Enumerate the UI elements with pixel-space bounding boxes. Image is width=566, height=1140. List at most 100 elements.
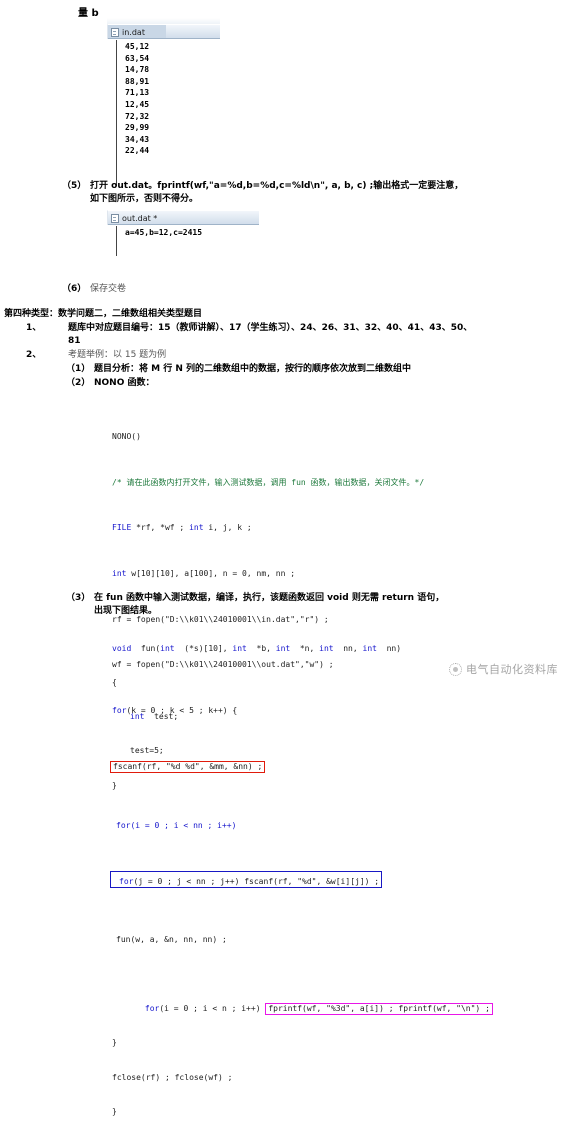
code-keyword: for <box>116 820 131 830</box>
code-text: (j = 0 ; j < nn ; j++) fscanf(rf, "%d", … <box>133 876 380 886</box>
code-text: nn, <box>333 643 363 653</box>
in-dat-line: 29,99 <box>125 123 150 133</box>
code-text: test=5; <box>130 746 164 756</box>
watermark: 电气自动化资料库 <box>449 661 558 677</box>
code-text: } <box>112 780 117 790</box>
code-keyword: int <box>232 643 247 653</box>
in-dat-file-window[interactable]: in.dat 45,12 63,54 14,78 88,91 71,13 12,… <box>107 24 220 186</box>
code-text: fprintf(wf, "%3d", a[i]) ; fprintf(wf, "… <box>268 1003 490 1013</box>
code-text: (i = 0 ; i < nn ; i++) <box>130 820 237 830</box>
item2-number: 2、 <box>26 350 42 360</box>
code-text: (i = 0 ; i < n ; i++) <box>159 1003 266 1013</box>
code-keyword: void <box>112 643 132 653</box>
out-dat-file-window[interactable]: out.dat * a=45,b=12,c=2415 <box>107 210 259 256</box>
code-line: test=5; <box>112 745 564 756</box>
sub1-text: 题目分析：将 M 行 N 列的二维数组中的数据，按行的顺序依次放到二维数组中 <box>94 364 412 374</box>
in-dat-titlebar[interactable]: in.dat <box>107 24 220 40</box>
code-text: w[10][10], a[100], n = 0, nm, nn ; <box>126 569 296 579</box>
code-line-highlighted-blue: for(j = 0 ; j < nn ; j++) fscanf(rf, "%d… <box>110 870 564 889</box>
code-line: fun(w, a, &n, nn, nn) ; <box>112 934 564 945</box>
section-heading: 第四种类型：数学问题二，二维数组相关类型题目 <box>4 309 203 319</box>
code-text: /* 请在此函数内打开文件，输入测试数据，调用 fun 函数，输出数据，关闭文件… <box>112 477 425 487</box>
in-dat-title: in.dat <box>122 27 145 37</box>
code-line: } <box>112 1106 564 1117</box>
code-text: fun( <box>131 643 161 653</box>
code-keyword: for <box>119 876 134 886</box>
code-line: } <box>112 1037 564 1048</box>
code-keyword: int <box>319 643 334 653</box>
in-dat-line: 88,91 <box>125 76 150 86</box>
in-dat-line: 22,44 <box>125 146 150 156</box>
text-caret <box>116 226 117 256</box>
code-line: FILE *rf, *wf ; int i, j, k ; <box>112 522 564 533</box>
code-keyword: for <box>144 1003 160 1013</box>
blue-highlight-box: for(j = 0 ; j < nn ; j++) fscanf(rf, "%d… <box>110 870 383 888</box>
code-line: int test; <box>112 711 564 722</box>
code-line: NONO() <box>112 431 564 442</box>
code-text: *b, <box>246 643 276 653</box>
code-keyword: FILE <box>112 523 132 533</box>
in-dat-line: 45,12 <box>125 42 150 51</box>
step5-line1: 打开 out.dat。fprintf(wf,"a=%d,b=%d,c=%ld\n… <box>90 181 464 191</box>
item1-number: 1、 <box>26 323 42 333</box>
in-dat-content[interactable]: 45,12 63,54 14,78 88,91 71,13 12,45 72,3… <box>107 39 220 186</box>
code-line-highlighted-magenta: for(i = 0 ; i < n ; i++) fprintf(wf, "%3… <box>112 991 564 1015</box>
code-text: nn) <box>376 643 402 653</box>
in-dat-line: 12,45 <box>125 99 150 109</box>
code-text: { <box>112 678 117 688</box>
item2-text: 考题举例：以 15 题为例 <box>68 350 167 360</box>
code-line: for(i = 0 ; i < nn ; i++) <box>112 820 564 831</box>
code-line: int w[10][10], a[100], n = 0, nm, nn ; <box>112 568 564 579</box>
code-line: } <box>112 780 564 791</box>
out-dat-title: out.dat * <box>122 213 158 223</box>
code-line: { <box>112 677 564 688</box>
step6-text: 保存交卷 <box>90 284 127 294</box>
top-text-fragment: 量 b <box>78 8 99 19</box>
fun-code-block[interactable]: void fun(int (*s)[10], int *b, int *n, i… <box>112 620 564 814</box>
text-caret <box>116 40 117 186</box>
magenta-highlight-box: fprintf(wf, "%3d", a[i]) ; fprintf(wf, "… <box>265 1002 493 1015</box>
in-dat-line: 63,54 <box>125 53 150 63</box>
in-dat-line: 14,78 <box>125 65 150 75</box>
out-dat-line: a=45,b=12,c=2415 <box>125 228 203 237</box>
in-dat-line: 34,43 <box>125 134 150 144</box>
sub3-line1: 在 fun 函数中输入测试数据，编译，执行，该题函数返回 void 则无需 re… <box>94 593 445 603</box>
code-text: NONO() <box>112 432 141 442</box>
code-keyword: int <box>160 643 175 653</box>
code-text: } <box>112 1106 117 1116</box>
code-text: *n, <box>290 643 320 653</box>
code-text: (*s)[10], <box>174 643 233 653</box>
text-document-icon <box>111 27 119 37</box>
sub2-text: NONO 函数： <box>94 378 155 388</box>
code-keyword: int <box>112 569 127 579</box>
dotted-circle-logo-icon <box>449 662 462 676</box>
sub2-number: （2） <box>66 378 91 388</box>
step6-number: （6） <box>62 284 87 294</box>
text-document-icon <box>111 213 119 223</box>
out-dat-titlebar[interactable]: out.dat * <box>107 210 259 225</box>
code-text: i, j, k ; <box>203 523 252 533</box>
code-text: fclose(rf) ; fclose(wf) ; <box>112 1072 233 1082</box>
step5-line2: 如下图所示，否则不得分。 <box>90 194 199 204</box>
code-keyword: int <box>275 643 291 653</box>
sub3-line2: 出现下图结果。 <box>94 606 158 616</box>
code-text: } <box>112 1038 117 1048</box>
watermark-text: 电气自动化资料库 <box>466 663 558 676</box>
in-dat-line: 72,32 <box>125 111 150 121</box>
code-text: *rf, *wf ; <box>131 523 190 533</box>
in-dat-line: 71,13 <box>125 88 150 98</box>
item1-line1: 题库中对应题目编号：15（教师讲解）、17（学生练习）、24、26、31、32、… <box>68 323 473 333</box>
code-text: test; <box>144 712 179 722</box>
sub1-number: （1） <box>66 364 91 374</box>
item1-line2: 81 <box>68 336 81 346</box>
code-keyword: int <box>362 643 377 653</box>
code-line: fclose(rf) ; fclose(wf) ; <box>112 1072 564 1083</box>
code-line-comment: /* 请在此函数内打开文件，输入测试数据，调用 fun 函数，输出数据，关闭文件… <box>112 477 564 488</box>
code-line: void fun(int (*s)[10], int *b, int *n, i… <box>112 643 564 654</box>
sub3-number: （3） <box>66 593 91 603</box>
step5-number: （5） <box>62 181 87 191</box>
code-text: fun(w, a, &n, nn, nn) ; <box>116 935 227 945</box>
document-page: 量 b in.dat 45,12 63,54 14,78 88,91 71,13… <box>0 0 566 1116</box>
out-dat-content[interactable]: a=45,b=12,c=2415 <box>107 225 259 256</box>
code-keyword: int <box>130 712 145 722</box>
